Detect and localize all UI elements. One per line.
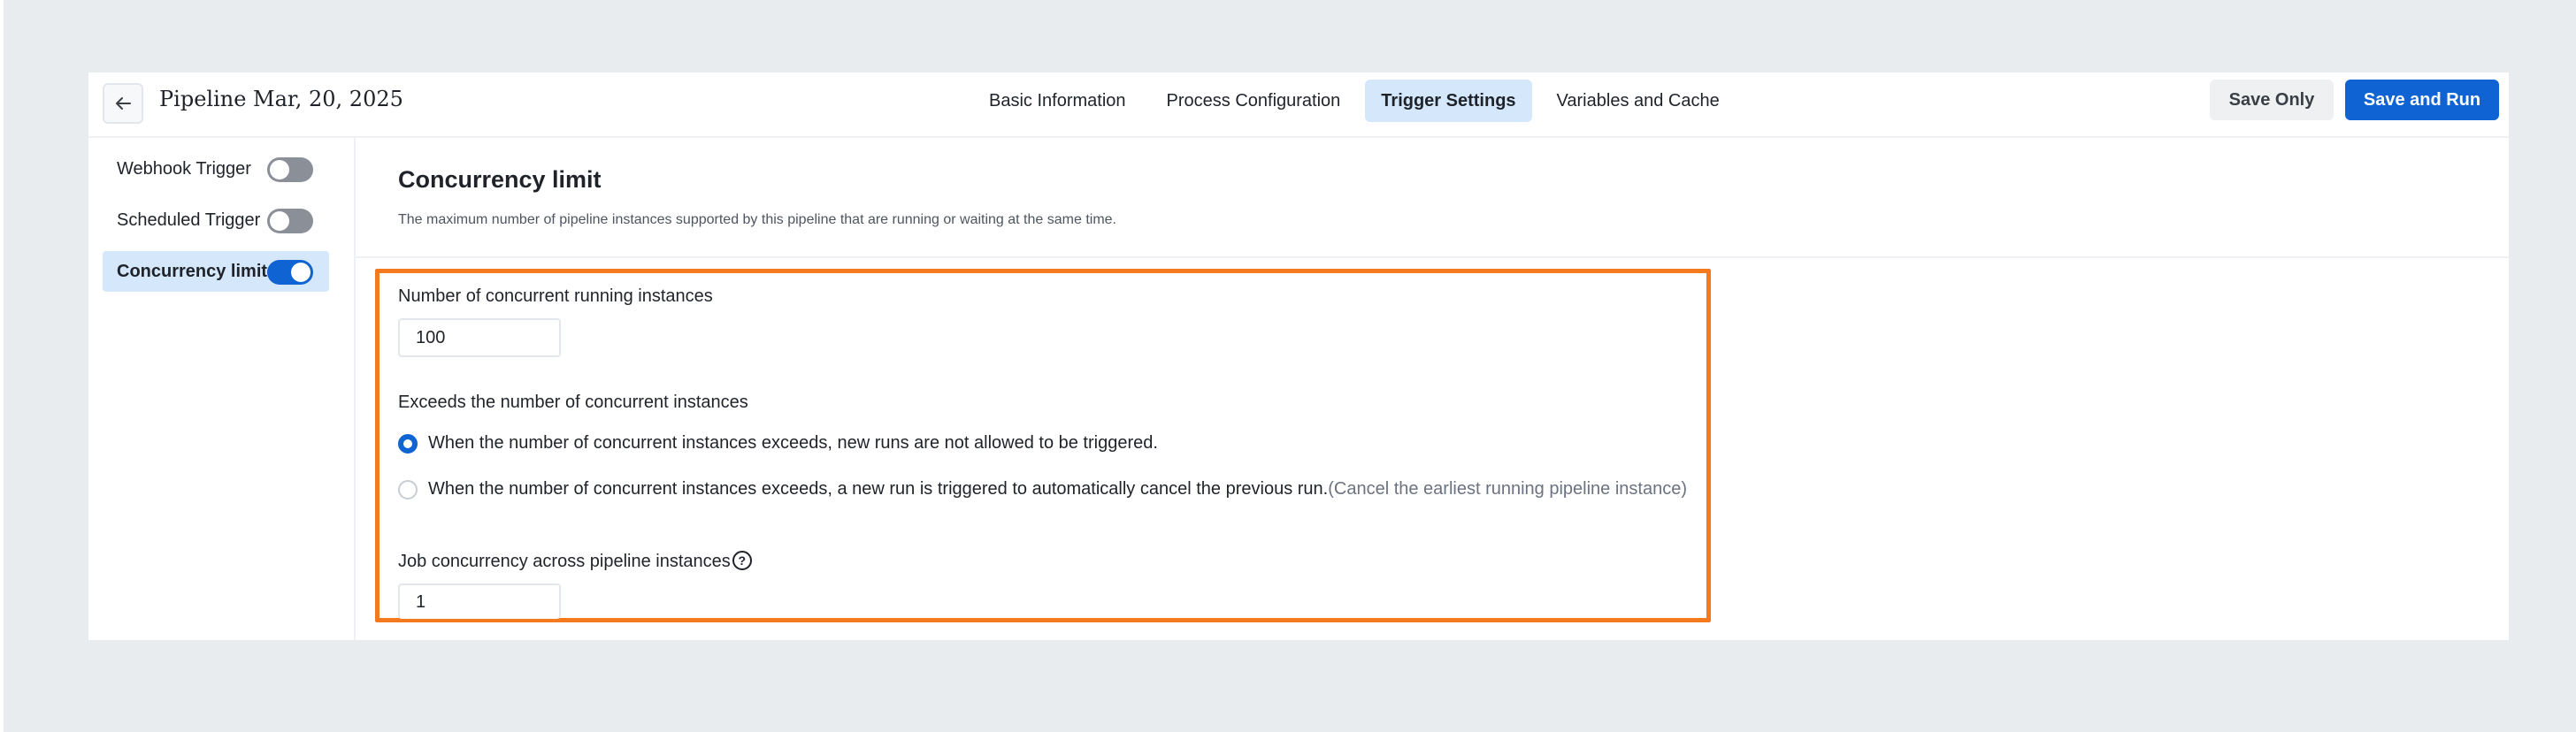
job-concurrency-label-row: Job concurrency across pipeline instance… (398, 550, 752, 572)
option-label: When the number of concurrent instances … (428, 479, 1329, 499)
save-only-button[interactable]: Save Only (2210, 80, 2334, 120)
radio-block-new-runs[interactable] (398, 433, 418, 454)
trigger-sidebar: Webhook Trigger Scheduled Trigger Concur… (88, 136, 356, 640)
exceeds-label: Exceeds the number of concurrent instanc… (398, 393, 748, 412)
option-block-new-runs[interactable]: When the number of concurrent instances … (398, 433, 1158, 454)
tab-trigger-settings[interactable]: Trigger Settings (1365, 80, 1532, 122)
option-label: When the number of concurrent instances … (428, 433, 1158, 453)
arrow-left-icon (116, 97, 131, 110)
tab-process-configuration[interactable]: Process Configuration (1151, 80, 1357, 122)
sidebar-item-label: Concurrency limit (117, 261, 268, 281)
toggle-knob (291, 263, 310, 282)
job-concurrency-input[interactable]: 1 (398, 583, 561, 619)
question-circle-icon[interactable]: ? (732, 550, 752, 570)
concurrent-instances-label: Number of concurrent running instances (398, 286, 713, 306)
window-edge (0, 0, 4, 732)
pipeline-editor: Pipeline Mar, 20, 2025 Basic Information… (88, 72, 2509, 640)
option-note: (Cancel the earliest running pipeline in… (1328, 479, 1688, 499)
radio-cancel-previous-run[interactable] (398, 479, 418, 499)
section-divider (356, 256, 2509, 258)
section-description: The maximum number of pipeline instances… (398, 212, 1116, 227)
header-bar: Pipeline Mar, 20, 2025 Basic Information… (88, 72, 2509, 138)
concurrency-limit-toggle[interactable] (267, 260, 313, 285)
option-cancel-previous-run[interactable]: When the number of concurrent instances … (398, 479, 1687, 499)
concurrent-instances-input[interactable]: 100 (398, 318, 561, 357)
toggle-knob (270, 211, 289, 231)
tab-bar: Basic Information Process Configuration … (973, 80, 1744, 122)
scheduled-trigger-toggle[interactable] (267, 209, 313, 233)
sidebar-item-concurrency-limit[interactable]: Concurrency limit (103, 251, 329, 292)
tab-basic-information[interactable]: Basic Information (973, 80, 1142, 122)
page-title: Pipeline Mar, 20, 2025 (159, 87, 403, 111)
sidebar-item-webhook-trigger[interactable]: Webhook Trigger (103, 149, 329, 189)
save-and-run-button[interactable]: Save and Run (2345, 80, 2499, 120)
job-concurrency-label: Job concurrency across pipeline instance… (398, 552, 731, 571)
toggle-knob (270, 160, 289, 179)
sidebar-item-scheduled-trigger[interactable]: Scheduled Trigger (103, 200, 329, 240)
back-button[interactable] (103, 83, 143, 124)
webhook-trigger-toggle[interactable] (267, 157, 313, 182)
sidebar-item-label: Scheduled Trigger (117, 210, 261, 230)
section-title: Concurrency limit (398, 166, 602, 193)
tab-variables-and-cache[interactable]: Variables and Cache (1541, 80, 1736, 122)
sidebar-item-label: Webhook Trigger (117, 158, 251, 179)
